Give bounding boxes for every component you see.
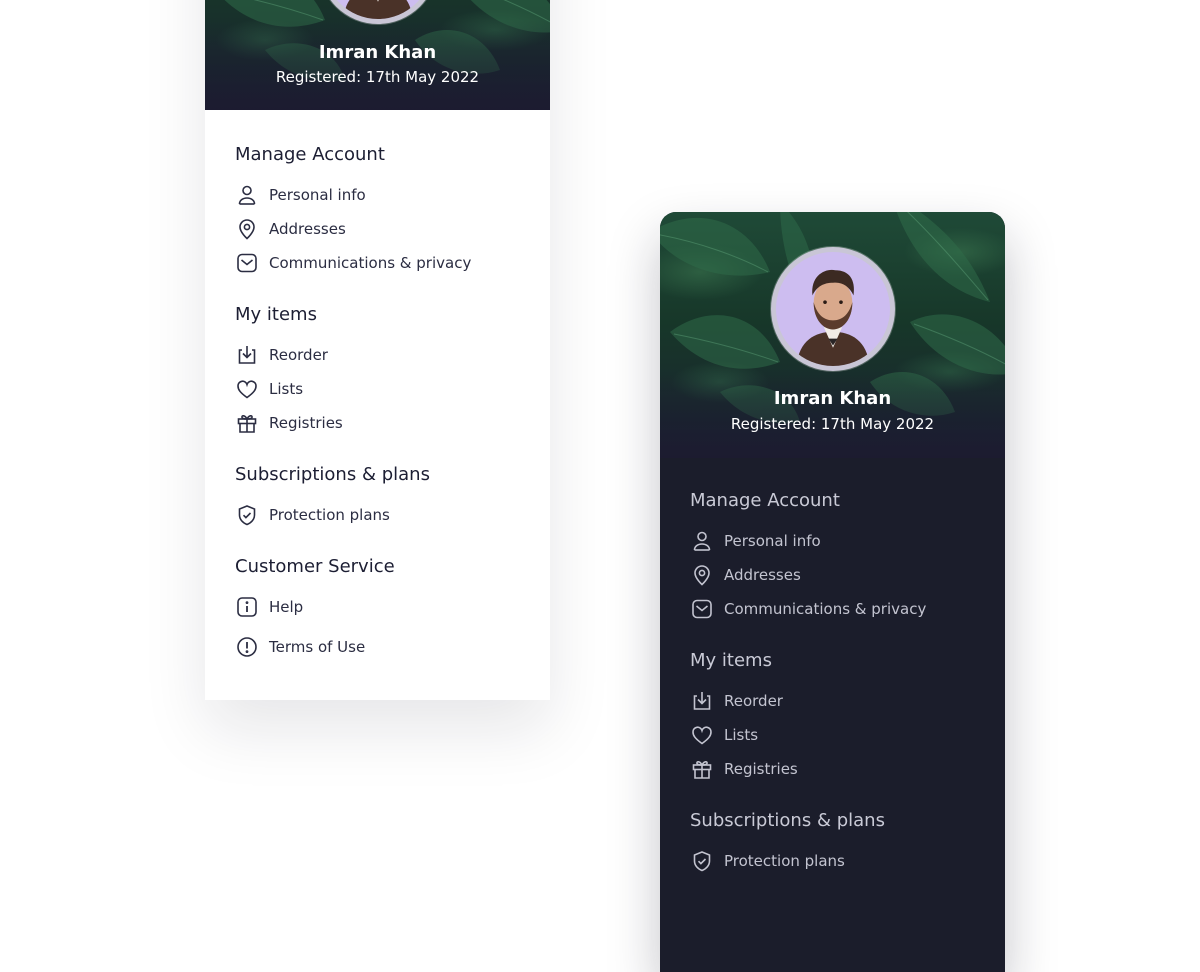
menu-item-label: Terms of Use	[269, 638, 366, 656]
menu-item-help[interactable]: Help	[235, 590, 530, 624]
menu-item-communications[interactable]: Communications & privacy	[235, 246, 530, 280]
section-my-items: My items Reorder Lists Registries	[690, 648, 985, 786]
section-title: My items	[690, 650, 772, 671]
section-manage-account: Manage Account Personal info Addresses C…	[235, 142, 530, 280]
menu-item-reorder[interactable]: Reorder	[235, 338, 530, 372]
section-my-items: My items Reorder Lists Registries	[235, 302, 530, 440]
menu-item-label: Reorder	[724, 692, 783, 710]
heart-icon	[235, 377, 259, 401]
menu-item-protection-plans[interactable]: Protection plans	[690, 844, 985, 878]
download-tray-icon	[235, 343, 259, 367]
menu-item-label: Help	[269, 598, 304, 616]
menu-item-communications[interactable]: Communications & privacy	[690, 592, 985, 626]
header-gradient	[660, 368, 1005, 458]
menu-item-label: Personal info	[724, 532, 821, 550]
menu-item-lists[interactable]: Lists	[235, 372, 530, 406]
menu-item-personal-info[interactable]: Personal info	[235, 178, 530, 212]
profile-header: Imran Khan Registered: 17th May 2022	[205, 0, 550, 110]
user-name: Imran Khan	[318, 42, 437, 63]
menu-item-label: Protection plans	[269, 506, 390, 524]
registration-date: Registered: 17th May 2022	[730, 415, 935, 433]
account-card-dark: Imran Khan Registered: 17th May 2022 Man…	[660, 212, 1005, 972]
menu-item-registries[interactable]: Registries	[235, 406, 530, 440]
heart-icon	[690, 723, 714, 747]
menu-item-reorder[interactable]: Reorder	[690, 684, 985, 718]
alert-circle-icon	[235, 635, 259, 659]
gift-icon	[235, 411, 259, 435]
menu-item-label: Registries	[269, 414, 343, 432]
gift-icon	[690, 757, 714, 781]
menu-item-label: Personal info	[269, 186, 366, 204]
section-customer-service: Customer Service Help Terms of Use	[235, 554, 530, 664]
account-menu: Manage Account Personal info Addresses C…	[235, 142, 530, 686]
menu-item-label: Lists	[269, 380, 304, 398]
avatar-photo	[775, 252, 890, 366]
section-title: Manage Account	[690, 490, 840, 511]
menu-item-addresses[interactable]: Addresses	[235, 212, 530, 246]
download-tray-icon	[690, 689, 714, 713]
header-gradient	[205, 20, 550, 110]
user-icon	[235, 183, 259, 207]
menu-item-label: Addresses	[269, 220, 346, 238]
section-title: My items	[235, 304, 317, 325]
section-subscriptions: Subscriptions & plans Protection plans	[235, 462, 530, 532]
menu-item-label: Communications & privacy	[269, 254, 472, 272]
menu-item-addresses[interactable]: Addresses	[690, 558, 985, 592]
menu-item-label: Protection plans	[724, 852, 845, 870]
menu-item-label: Communications & privacy	[724, 600, 927, 618]
menu-item-protection-plans[interactable]: Protection plans	[235, 498, 530, 532]
menu-item-personal-info[interactable]: Personal info	[690, 524, 985, 558]
mail-icon	[235, 251, 259, 275]
section-title: Subscriptions & plans	[235, 464, 430, 485]
section-subscriptions: Subscriptions & plans Protection plans	[690, 808, 985, 878]
section-title: Customer Service	[235, 556, 395, 577]
user-icon	[690, 529, 714, 553]
menu-item-label: Registries	[724, 760, 798, 778]
shield-check-icon	[235, 503, 259, 527]
menu-item-terms-of-use[interactable]: Terms of Use	[235, 630, 530, 664]
shield-check-icon	[690, 849, 714, 873]
info-icon	[235, 595, 259, 619]
section-title: Subscriptions & plans	[690, 810, 885, 831]
menu-item-label: Lists	[724, 726, 759, 744]
menu-item-label: Addresses	[724, 566, 801, 584]
mail-icon	[690, 597, 714, 621]
avatar[interactable]	[770, 247, 895, 371]
profile-header: Imran Khan Registered: 17th May 2022	[660, 212, 1005, 458]
account-card-light: Imran Khan Registered: 17th May 2022 Man…	[205, 0, 550, 700]
location-pin-icon	[235, 217, 259, 241]
menu-item-lists[interactable]: Lists	[690, 718, 985, 752]
location-pin-icon	[690, 563, 714, 587]
section-title: Manage Account	[235, 144, 385, 165]
registration-date: Registered: 17th May 2022	[275, 68, 480, 86]
menu-item-registries[interactable]: Registries	[690, 752, 985, 786]
account-menu: Manage Account Personal info Addresses C…	[690, 488, 985, 900]
menu-item-label: Reorder	[269, 346, 328, 364]
section-manage-account: Manage Account Personal info Addresses C…	[690, 488, 985, 626]
user-name: Imran Khan	[773, 388, 892, 409]
